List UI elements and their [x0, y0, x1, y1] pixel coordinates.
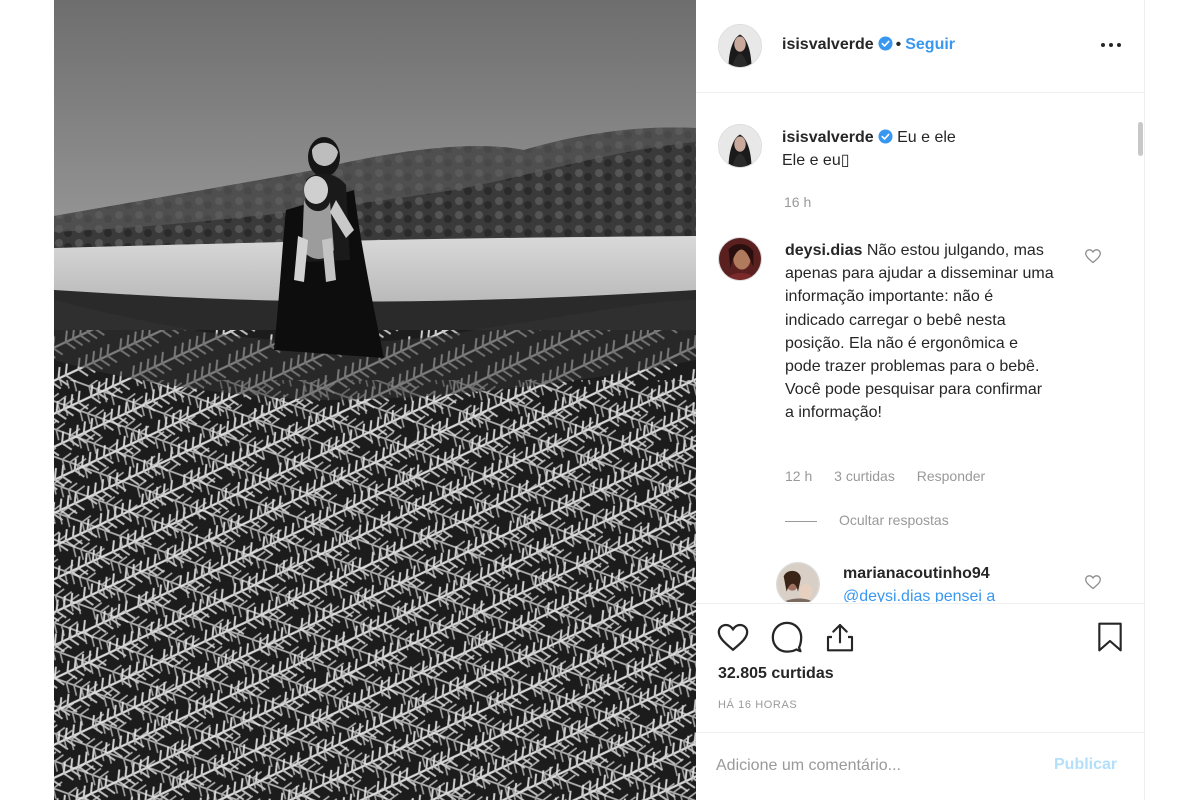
comment-like-heart-icon[interactable] — [1084, 248, 1102, 264]
reply-avatar[interactable] — [776, 562, 820, 602]
add-comment-section: Publicar — [696, 732, 1144, 800]
bookmark-icon[interactable] — [1094, 620, 1126, 654]
author-avatar[interactable] — [718, 24, 762, 68]
share-icon[interactable] — [824, 620, 856, 654]
comment-username[interactable]: deysi.dias — [785, 242, 862, 259]
post-actions: 32.805 curtidas HÁ 16 HORAS — [696, 603, 1144, 733]
comment-icon[interactable] — [770, 620, 804, 654]
verified-badge-icon — [878, 36, 893, 51]
caption-line-1: Eu e ele — [897, 129, 956, 146]
commenter-avatar[interactable] — [718, 237, 762, 281]
hide-replies-toggle[interactable]: Ocultar respostas — [785, 512, 949, 528]
comment-input[interactable] — [716, 752, 1026, 780]
heart-icon[interactable] — [716, 621, 750, 653]
post-photo[interactable] — [54, 0, 696, 800]
likes-count[interactable]: 32.805 curtidas — [718, 665, 834, 683]
comment-likes[interactable]: 3 curtidas — [834, 468, 895, 484]
comments-scrollbar[interactable] — [1138, 122, 1143, 156]
reply-like-heart-icon[interactable] — [1084, 574, 1102, 590]
post-details-panel: isisvalverde • Seguir isisvalverde Eu e el… — [696, 0, 1145, 800]
hide-replies-label: Ocultar respostas — [839, 512, 949, 528]
comment-time[interactable]: 12 h — [785, 468, 812, 484]
comment-text: Não estou julgando, mas apenas para ajud… — [785, 242, 1054, 422]
verified-badge-icon — [878, 129, 893, 144]
more-options-icon[interactable] — [1100, 35, 1122, 55]
header-divider — [696, 92, 1144, 93]
caption-line-2: Ele e eu▯ — [782, 152, 850, 170]
reply-button[interactable]: Responder — [917, 468, 986, 484]
caption-author-avatar[interactable] — [718, 124, 762, 168]
caption-time[interactable]: 16 h — [784, 194, 811, 210]
reply-text[interactable]: @deysi.dias pensei a — [843, 588, 995, 602]
caption-username[interactable]: isisvalverde — [782, 129, 874, 146]
comment-body: deysi.dias Não estou julgando, mas apena… — [785, 239, 1055, 425]
comments-list[interactable]: isisvalverde Eu e ele Ele e eu▯ 16 h dey… — [696, 96, 1144, 602]
author-username[interactable]: isisvalverde — [782, 36, 874, 53]
follow-button[interactable]: Seguir — [905, 36, 955, 53]
reply-username[interactable]: marianacoutinho94 — [843, 565, 990, 583]
author-username-row: isisvalverde • Seguir — [782, 36, 955, 54]
separator-dot: • — [895, 36, 902, 53]
post-header: isisvalverde • Seguir — [696, 0, 1144, 92]
comment-meta: 12 h 3 curtidas Responder — [785, 468, 1003, 484]
publish-button[interactable]: Publicar — [1054, 756, 1117, 774]
post-timestamp[interactable]: HÁ 16 HORAS — [718, 699, 797, 711]
caption: isisvalverde Eu e ele Ele e eu▯ — [782, 126, 1102, 172]
replies-line — [785, 520, 817, 522]
